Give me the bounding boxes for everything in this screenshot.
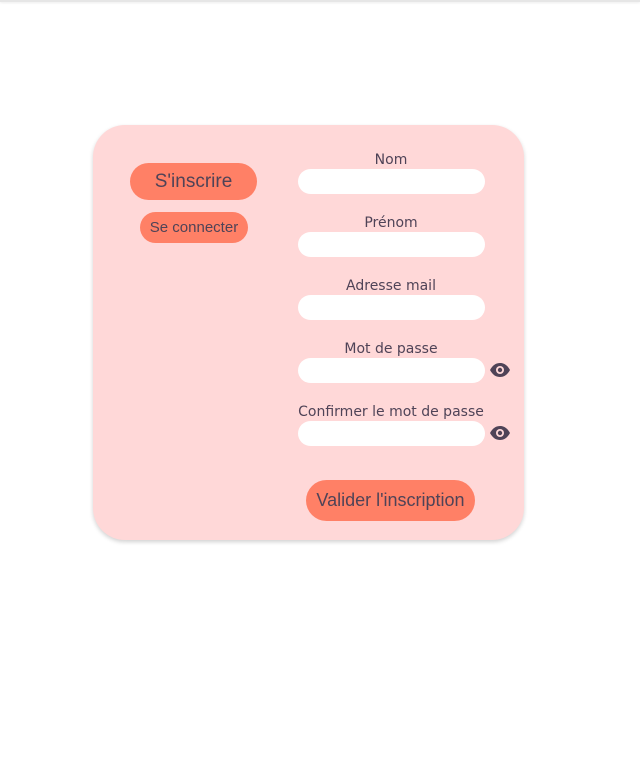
signup-tab-button[interactable]: S'inscrire <box>130 163 257 200</box>
last-name-input[interactable] <box>298 169 485 194</box>
first-name-label: Prénom <box>364 215 418 231</box>
first-name-input[interactable] <box>298 232 485 257</box>
email-label: Adresse mail <box>346 278 436 294</box>
eye-icon[interactable] <box>489 425 511 441</box>
signup-card: S'inscrire Se connecter Nom Prénom Adres… <box>93 125 524 540</box>
email-input[interactable] <box>298 295 485 320</box>
top-border <box>0 0 640 2</box>
confirm-password-label: Confirmer le mot de passe <box>298 404 484 420</box>
last-name-label: Nom <box>374 152 408 168</box>
password-label: Mot de passe <box>344 341 438 357</box>
password-input[interactable] <box>298 358 485 383</box>
submit-signup-button[interactable]: Valider l'inscription <box>306 480 475 521</box>
eye-icon[interactable] <box>489 362 511 378</box>
confirm-password-input[interactable] <box>298 421 485 446</box>
login-tab-button[interactable]: Se connecter <box>140 212 248 243</box>
